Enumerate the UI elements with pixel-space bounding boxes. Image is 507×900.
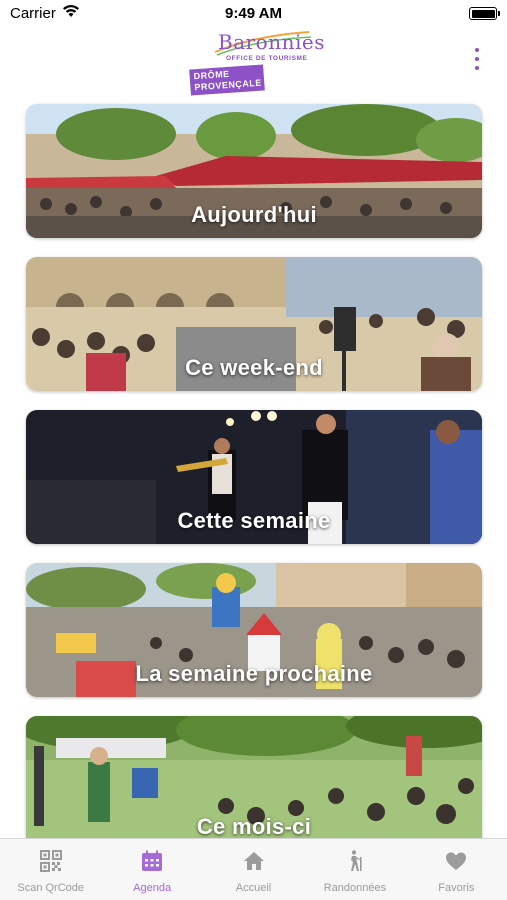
app-logo: Baronnies OFFICE DE TOURISME DRÔME PROVE… — [188, 26, 324, 96]
tab-agenda-label: Agenda — [133, 882, 172, 894]
card-next-week[interactable]: La semaine prochaine — [26, 563, 482, 697]
card-weekend[interactable]: Ce week-end — [26, 257, 482, 391]
status-time: 9:49 AM — [225, 5, 282, 22]
battery-icon — [469, 7, 500, 20]
card-today-label: Aujourd'hui — [191, 202, 317, 227]
qr-code-icon — [39, 850, 62, 872]
card-this-month-label: Ce mois-ci — [196, 814, 312, 839]
card-today[interactable]: Aujourd'hui — [26, 104, 482, 238]
agenda-period-list: Aujourd'hui Ce week-end Cette semaine La… — [26, 104, 482, 869]
card-this-week-label: Cette semaine — [177, 508, 331, 533]
card-weekend-label: Ce week-end — [185, 355, 323, 380]
calendar-icon — [142, 850, 163, 871]
hiker-icon — [350, 850, 362, 871]
logo-tag: DRÔME PROVENÇALE — [189, 64, 265, 96]
tab-favoris-label: Favoris — [438, 882, 475, 894]
tab-randonnees-label: Randonnées — [323, 882, 387, 894]
tab-accueil[interactable]: Accueil — [203, 839, 304, 900]
tab-scan-qrcode-label: Scan QrCode — [17, 882, 85, 894]
tab-agenda[interactable]: Agenda — [101, 839, 202, 900]
logo-title: Baronnies — [218, 30, 325, 54]
logo-subtitle: OFFICE DE TOURISME — [226, 55, 308, 62]
home-icon — [243, 852, 264, 870]
tab-accueil-label: Accueil — [235, 882, 272, 894]
card-next-week-label: La semaine prochaine — [135, 661, 373, 686]
heart-icon — [446, 852, 467, 870]
tab-randonnees[interactable]: Randonnées — [304, 839, 405, 900]
tab-favoris[interactable]: Favoris — [406, 839, 507, 900]
tab-scan-qrcode[interactable]: Scan QrCode — [0, 839, 101, 900]
more-vertical-icon[interactable] — [472, 48, 482, 70]
card-this-month[interactable]: Ce mois-ci — [26, 716, 482, 850]
tab-bar: Scan QrCode Agenda Accueil Randonnées Fa… — [0, 838, 507, 900]
card-this-week[interactable]: Cette semaine — [26, 410, 482, 544]
